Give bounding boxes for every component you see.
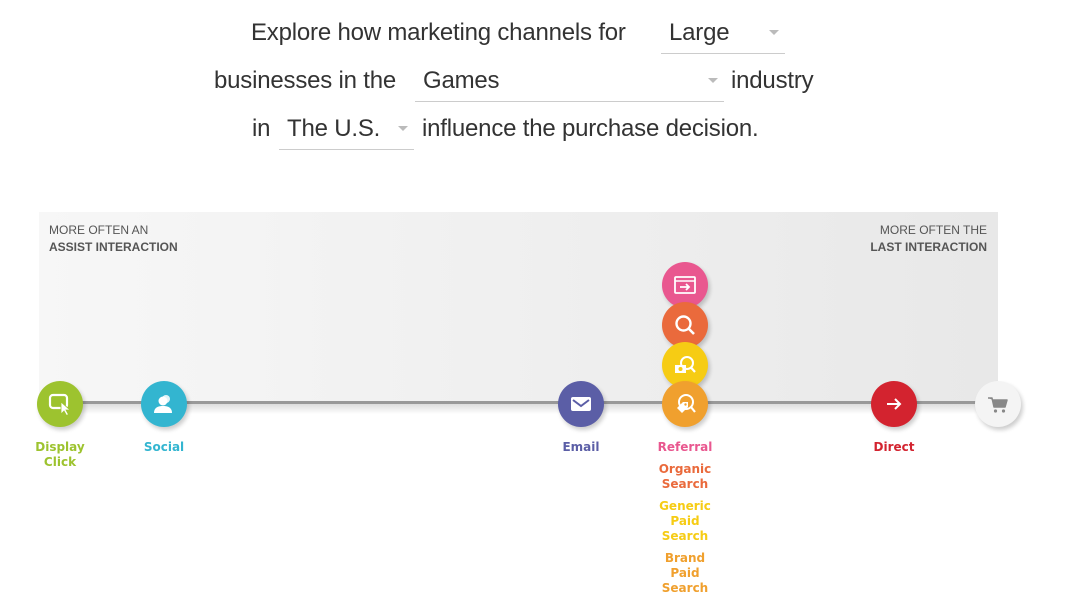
last-label-line2: LAST INTERACTION (870, 240, 987, 254)
sentence-text-4: in (252, 115, 271, 142)
label-line: Organic (658, 462, 712, 476)
generic-paid-search-icon (675, 356, 696, 373)
cart-icon (988, 397, 1008, 413)
channel-brand-paid-search[interactable] (662, 381, 708, 427)
label-line: Social (143, 440, 185, 454)
display-click-icon (48, 393, 72, 417)
sentence-text-3: industry (731, 67, 814, 94)
business-size-value: Large (669, 19, 730, 46)
industry-select[interactable]: Games (415, 61, 724, 102)
label-line: Email (562, 440, 600, 454)
channel-direct[interactable] (871, 381, 917, 427)
assist-label-line2: ASSIST INTERACTION (49, 240, 178, 254)
label-line: Referral (657, 440, 713, 454)
last-axis-label: MORE OFTEN THE LAST INTERACTION (870, 222, 987, 256)
purchase-endpoint (975, 381, 1021, 427)
label-line: Brand (664, 551, 706, 565)
label-social: Social (124, 440, 204, 455)
label-line: Display (35, 440, 85, 454)
label-generic-paid-search: Generic Paid Search (645, 499, 725, 544)
sentence-line-1: Explore how marketing channels for (251, 13, 626, 53)
channel-email[interactable] (558, 381, 604, 427)
sentence-line-3b: influence the purchase decision. (422, 109, 759, 149)
email-icon (571, 397, 591, 411)
label-direct: Direct (854, 440, 934, 455)
journey-panel (39, 212, 998, 402)
label-line: Click (43, 455, 77, 469)
label-brand-paid-search: Brand Paid Search (645, 551, 725, 596)
business-size-select[interactable]: Large (661, 13, 785, 54)
sentence-text-2: businesses in the (214, 67, 397, 94)
label-display-click: Display Click (20, 440, 100, 470)
label-referral: Referral (645, 440, 725, 455)
country-select[interactable]: The U.S. (279, 109, 414, 150)
organic-search-icon (675, 315, 695, 335)
country-value: The U.S. (287, 115, 381, 142)
label-line: Search (661, 529, 709, 543)
sentence-line-2b: industry (731, 61, 814, 101)
direct-icon (887, 398, 902, 410)
social-icon (154, 395, 172, 413)
label-line: Direct (873, 440, 915, 454)
sentence-line-3a: in (252, 109, 270, 149)
sentence-text-5: influence the purchase decision. (422, 115, 759, 142)
label-line: Paid (670, 566, 700, 580)
industry-value: Games (423, 67, 500, 94)
sentence-text-1: Explore how marketing channels for (251, 19, 626, 46)
referral-icon (674, 276, 696, 294)
assist-label-line1: MORE OFTEN AN (49, 223, 149, 237)
assist-axis-label: MORE OFTEN AN ASSIST INTERACTION (49, 222, 178, 256)
label-line: Search (661, 581, 709, 595)
label-organic-search: Organic Search (645, 462, 725, 492)
label-email: Email (541, 440, 621, 455)
sentence-line-2a: businesses in the (214, 61, 396, 101)
chevron-down-icon (769, 30, 779, 35)
chevron-down-icon (708, 78, 718, 83)
label-line: Generic (659, 499, 711, 513)
channel-display-click[interactable] (37, 381, 83, 427)
chevron-down-icon (398, 126, 408, 131)
label-line: Paid (670, 514, 700, 528)
label-line: Search (661, 477, 709, 491)
channel-social[interactable] (141, 381, 187, 427)
brand-paid-search-icon (677, 394, 696, 413)
last-label-line1: MORE OFTEN THE (879, 223, 987, 237)
